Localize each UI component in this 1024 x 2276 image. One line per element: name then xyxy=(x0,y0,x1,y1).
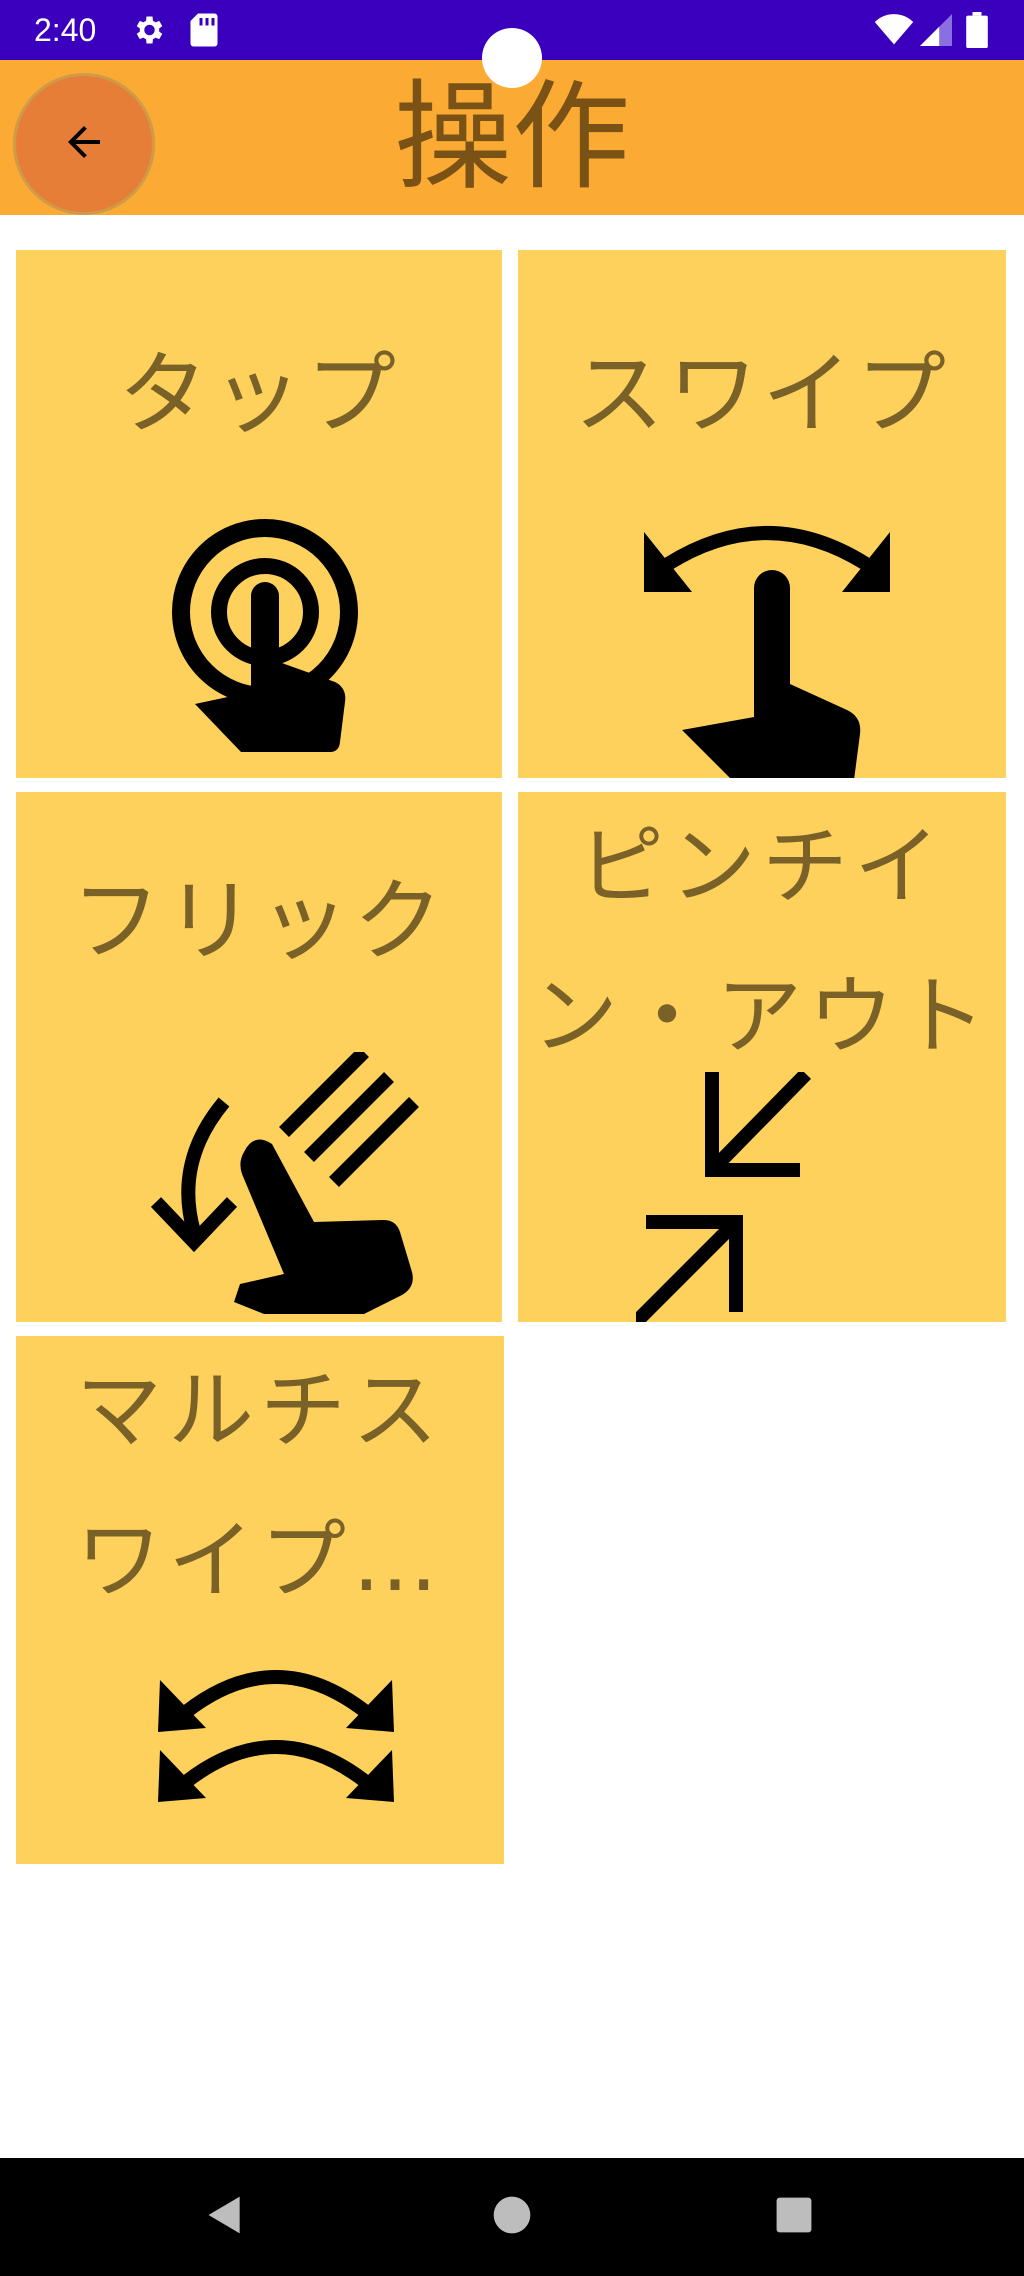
tile-label: フリック xyxy=(71,869,447,974)
tile-label: スワイプ xyxy=(574,342,950,447)
navigation-bar xyxy=(0,2158,1024,2276)
flick-icon xyxy=(134,1047,434,1322)
tile-label: ピンチイン・アウト xyxy=(532,817,992,1067)
nav-back-button[interactable] xyxy=(150,2158,300,2276)
tile-flick[interactable]: フリック xyxy=(16,792,502,1322)
back-button[interactable] xyxy=(16,76,152,212)
nav-recents-button[interactable] xyxy=(719,2158,869,2276)
recents-square-icon xyxy=(775,2196,813,2238)
battery-icon xyxy=(966,12,988,52)
tile-tap[interactable]: タップ xyxy=(16,250,502,778)
gear-icon xyxy=(130,12,166,52)
tile-swipe[interactable]: スワイプ xyxy=(518,250,1006,778)
nav-home-button[interactable] xyxy=(437,2158,587,2276)
multi-swipe-icon xyxy=(156,1662,396,1816)
back-triangle-icon xyxy=(203,2193,247,2241)
sd-card-icon xyxy=(188,12,220,52)
signal-icon xyxy=(920,14,952,50)
tile-label: タップ xyxy=(118,342,400,447)
pinch-icon xyxy=(626,1069,906,1322)
arrow-left-icon xyxy=(60,118,108,170)
tile-multi-swipe[interactable]: マルチスワイプ… xyxy=(16,1336,504,1864)
swipe-icon xyxy=(642,512,892,778)
status-time: 2:40 xyxy=(34,12,97,48)
tile-pinch[interactable]: ピンチイン・アウト xyxy=(518,792,1006,1322)
home-circle-icon xyxy=(492,2195,532,2239)
tap-icon xyxy=(165,512,365,766)
camera-cutout xyxy=(482,28,542,88)
tile-label: マルチスワイプ… xyxy=(76,1361,444,1611)
wifi-icon xyxy=(874,14,914,50)
